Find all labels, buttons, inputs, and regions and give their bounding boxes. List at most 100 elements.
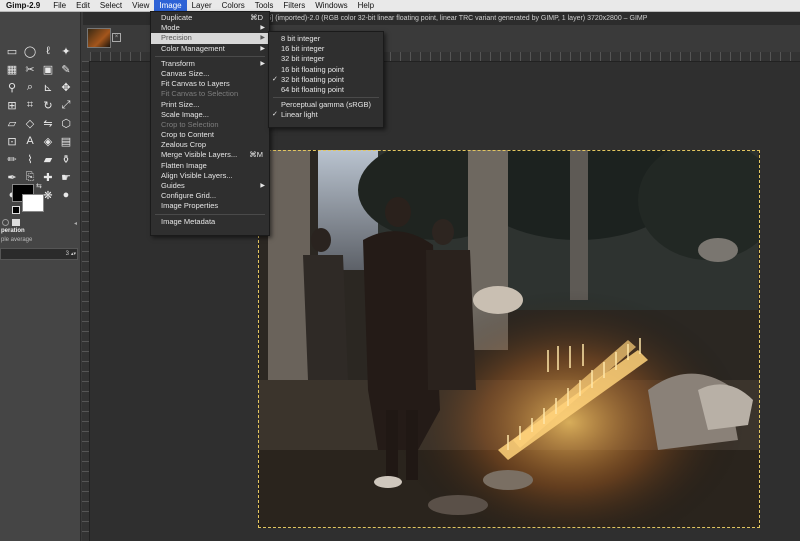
menu-item-crop-to-content[interactable]: Crop to Content [151,130,269,140]
shear-icon[interactable]: ▱ [3,114,21,132]
rotate-icon[interactable]: ↻ [39,96,57,114]
menu-shortcut: ⌘D [250,13,263,22]
app-name[interactable]: Gimp-2.9 [0,1,48,10]
scissors-icon[interactable]: ✂ [21,60,39,78]
menubar-filters[interactable]: Filters [278,0,310,11]
menu-item-label: Fit Canvas to Selection [161,89,239,99]
reset-colors-icon[interactable] [12,206,20,214]
menu-item-zealous-crop[interactable]: Zealous Crop [151,140,269,150]
menubar-image[interactable]: Image [154,0,187,11]
image-thumbnail[interactable] [87,28,111,48]
precision-item-label: Linear light [281,110,318,120]
move-icon[interactable]: ✥ [57,78,75,96]
precision-item-16-bit-integer[interactable]: 16 bit integer [269,44,383,54]
submenu-arrow-icon: ▶ [260,35,265,42]
menu-item-mode[interactable]: Mode ▶ [151,23,269,33]
menu-item-color-management[interactable]: Color Management ▶ [151,44,269,54]
swap-colors-icon[interactable]: ⇆ [36,182,42,190]
pencil-icon[interactable]: ✏ [3,150,21,168]
menu-item-configure-grid[interactable]: Configure Grid... [151,191,269,201]
submenu-arrow-icon: ▶ [260,25,265,32]
menubar-layer[interactable]: Layer [187,0,217,11]
zoom-icon[interactable]: ⌕ [21,78,39,96]
menu-item-label: Color Management [161,43,225,53]
menu-item-image-metadata[interactable]: Image Metadata [151,217,269,227]
menubar-windows[interactable]: Windows [310,0,352,11]
menu-item-guides[interactable]: Guides ▶ [151,181,269,191]
blend-icon[interactable]: ▤ [57,132,75,150]
cage-icon[interactable]: ⬡ [57,114,75,132]
precision-item-label: 32 bit integer [281,54,325,64]
precision-item-16-bit-floating-point[interactable]: 16 bit floating point [269,65,383,75]
precision-item-perceptual-gamma-srgb[interactable]: Perceptual gamma (sRGB) [269,100,383,110]
menu-item-transform[interactable]: Transform ▶ [151,59,269,69]
menu-item-label: Flatten Image [161,160,207,170]
menu-item-flatten-image[interactable]: Flatten Image [151,161,269,171]
menu-item-fit-canvas-to-layers[interactable]: Fit Canvas to Layers [151,79,269,89]
airbrush-icon[interactable]: ⚱ [57,150,75,168]
menu-item-canvas-size[interactable]: Canvas Size... [151,69,269,79]
flip-icon[interactable]: ⇋ [39,114,57,132]
image-menu: Duplicate ⌘D Mode ▶ Precision ▶ Color Manageme… [150,11,270,236]
tool-options-field[interactable]: 3 ▴▾ [0,248,78,260]
vertical-ruler[interactable] [82,61,90,541]
menu-item-image-properties[interactable]: Image Properties [151,201,269,211]
precision-item-32-bit-floating-point[interactable]: ✓ 32 bit floating point [269,75,383,85]
menu-item-label: Image Properties [161,201,219,211]
precision-item-64-bit-floating-point[interactable]: 64 bit floating point [269,85,383,95]
color-picker-icon[interactable]: ⚲ [3,78,21,96]
panel-menu-icon[interactable]: ◂ [74,220,77,227]
menu-item-precision[interactable]: Precision ▶ [151,33,269,44]
text-icon[interactable]: A [21,132,39,150]
menu-item-label: Mode [161,23,180,33]
paths-icon[interactable]: ✎ [57,60,75,78]
menu-item-duplicate[interactable]: Duplicate ⌘D [151,13,269,23]
checkmark-icon: ✓ [272,111,278,119]
menu-item-label: Image Metadata [161,216,216,226]
menu-item-label: Precision [161,33,192,43]
toolbox-panel: ▭◯ℓ✦▦✂▣✎⚲⌕⊾✥⊞⌗↻⤢▱◇⇋⬡⊡A◈▤✏⌇▰⚱✒⎘✚☛◐✐❋● ⇆ ◂… [0,12,81,541]
menubar-colors[interactable]: Colors [217,0,250,11]
fuzzy-select-icon[interactable]: ✦ [57,42,75,60]
undo-history-icon[interactable] [2,219,9,226]
rect-select-icon[interactable]: ▭ [3,42,21,60]
menubar-help[interactable]: Help [353,0,379,11]
ellipse-select-icon[interactable]: ◯ [21,42,39,60]
menu-item-scale-image[interactable]: Scale Image... [151,110,269,120]
menubar-file[interactable]: File [48,0,71,11]
tool-options-icon[interactable] [12,219,20,226]
free-select-icon[interactable]: ℓ [39,42,57,60]
eraser-icon[interactable]: ▰ [39,150,57,168]
precision-item-linear-light[interactable]: ✓ Linear light [269,110,383,120]
spinner-icon[interactable]: ▴▾ [71,249,76,259]
background-color[interactable] [22,194,44,212]
menubar-select[interactable]: Select [95,0,127,11]
bucket-fill-icon[interactable]: ◈ [39,132,57,150]
scale-icon[interactable]: ⤢ [57,96,75,114]
submenu-arrow-icon: ▶ [260,183,265,189]
paintbrush-icon[interactable]: ⌇ [21,150,39,168]
close-tab-icon[interactable]: × [112,33,121,42]
perspective-icon[interactable]: ◇ [21,114,39,132]
precision-item-32-bit-integer[interactable]: 32 bit integer [269,54,383,64]
menubar-edit[interactable]: Edit [71,0,95,11]
menu-item-print-size[interactable]: Print Size... [151,100,269,110]
precision-item-8-bit-integer[interactable]: 8 bit integer [269,34,383,44]
menu-shortcut: ⌘M [249,150,263,160]
select-by-color-icon[interactable]: ▦ [3,60,21,78]
crop-icon[interactable]: ⌗ [21,96,39,114]
unified-transform-icon[interactable]: ⊡ [3,132,21,150]
menu-item-label: Align Visible Layers... [161,170,233,180]
image-canvas-photo[interactable] [258,150,760,528]
menubar-view[interactable]: View [127,0,154,11]
menu-item-label: Crop to Content [161,130,214,140]
align-icon[interactable]: ⊞ [3,96,21,114]
smudge-icon[interactable]: ☛ [57,168,75,186]
foreground-select-icon[interactable]: ▣ [39,60,57,78]
menubar-tools[interactable]: Tools [250,0,279,11]
menu-item-align-visible-layers[interactable]: Align Visible Layers... [151,171,269,181]
blur-icon[interactable]: ● [57,186,75,204]
menu-separator [273,97,379,99]
measure-icon[interactable]: ⊾ [39,78,57,96]
menu-item-merge-visible-layers[interactable]: Merge Visible Layers... ⌘M [151,150,269,160]
